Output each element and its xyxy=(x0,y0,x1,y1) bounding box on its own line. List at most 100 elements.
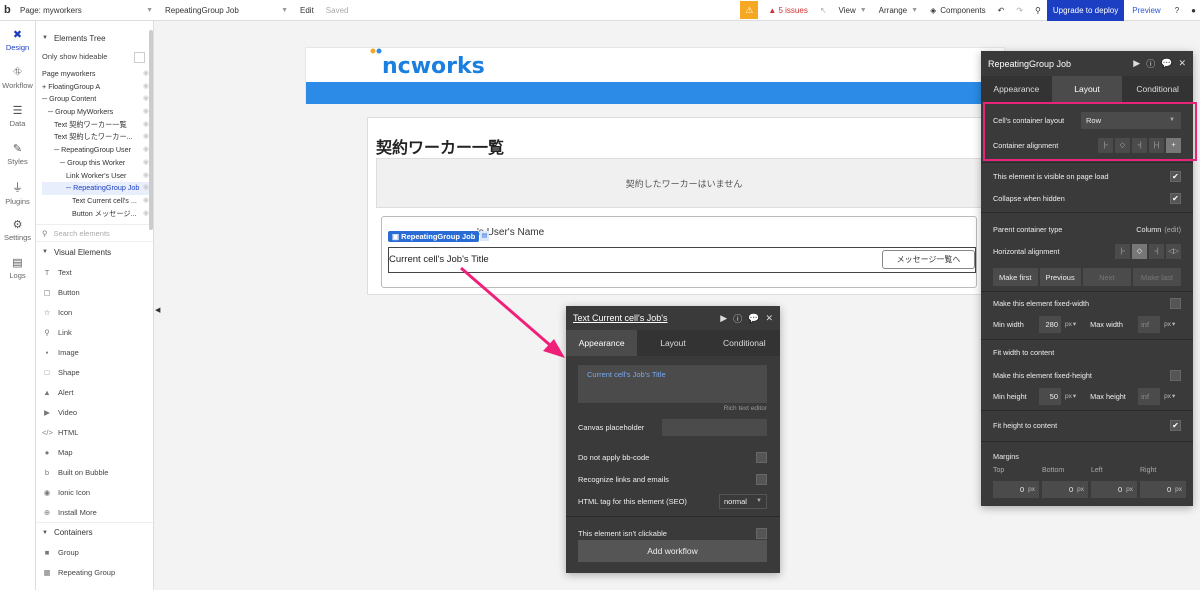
container-element-repeating-group[interactable]: ▦ Repeating Group xyxy=(36,562,153,582)
tab-conditional[interactable]: Conditional xyxy=(1122,76,1193,102)
tree-item[interactable]: ─ Group MyWorkers ◉ xyxy=(42,106,153,119)
visual-element-image[interactable]: ▪ Image xyxy=(36,342,153,362)
visual-element-link[interactable]: ⚲ Link xyxy=(36,322,153,342)
add-workflow-button[interactable]: Add workflow xyxy=(578,540,767,562)
align-left-icon[interactable]: |▫ xyxy=(1115,243,1130,259)
max-width-input[interactable]: inf xyxy=(1138,315,1161,333)
tree-item[interactable]: + FloatingGroup A ◉ xyxy=(42,81,153,94)
nav-workflow[interactable]: ⛗ Workflow xyxy=(0,59,35,97)
tree-item[interactable]: ─ RepeatingGroup User ◉ xyxy=(42,144,153,157)
visual-elements-header[interactable]: ▼ Visual Elements xyxy=(36,242,153,262)
nav-logs[interactable]: ▤ Logs xyxy=(0,249,35,287)
recognize-links-checkbox[interactable] xyxy=(756,473,767,485)
close-icon[interactable]: ✕ xyxy=(1178,58,1186,69)
margin-left-input[interactable]: 0 px xyxy=(1091,481,1137,498)
play-icon[interactable]: ▶ xyxy=(720,313,727,324)
comment-icon[interactable]: 💬 xyxy=(1161,58,1172,69)
repeating-group-user[interactable]: 's User's Name ▣ RepeatingGroup Job ▤ Cu… xyxy=(381,216,977,288)
nav-settings[interactable]: ⚙ Settings xyxy=(0,211,35,249)
tab-layout[interactable]: Layout xyxy=(637,330,708,356)
tree-item[interactable]: Page myworkers ◉ xyxy=(42,68,153,81)
margin-top-input[interactable]: 0 px xyxy=(993,481,1039,498)
page-selector[interactable]: Page: myworkers ▼ xyxy=(14,0,159,21)
only-hideable-checkbox[interactable] xyxy=(134,52,145,63)
cursor-icon[interactable]: ↖ xyxy=(814,0,833,21)
panel-header[interactable]: Text Current cell's Job's ▶ ⓘ 💬 ✕ xyxy=(566,306,780,330)
make-last-button[interactable]: Make last xyxy=(1132,268,1182,286)
edit-mode[interactable]: Edit xyxy=(294,0,320,21)
search-icon[interactable]: ⚲ xyxy=(1029,0,1047,21)
nav-plugins[interactable]: ⏚ Plugins xyxy=(0,173,35,211)
min-height-unit[interactable]: px xyxy=(1065,393,1072,400)
arrange-menu[interactable]: Arrange ▼ xyxy=(873,0,924,21)
tree-item[interactable]: Text 契約したワーカー... ◉ xyxy=(42,131,153,144)
issues-button[interactable]: ▲ 5 issues xyxy=(762,0,814,21)
components-button[interactable]: ◈ Components xyxy=(924,0,992,21)
tab-appearance[interactable]: Appearance xyxy=(981,76,1052,102)
job-title-text[interactable]: Current cell's Job's Title xyxy=(389,254,489,265)
tree-item[interactable]: ─ Group this Worker ◉ xyxy=(42,157,153,170)
close-icon[interactable]: ✕ xyxy=(765,313,773,324)
tree-item[interactable]: ─ Group Content ◉ xyxy=(42,93,153,106)
min-width-input[interactable]: 280 xyxy=(1039,315,1061,333)
upgrade-button[interactable]: Upgrade to deploy xyxy=(1046,0,1125,21)
make-first-button[interactable]: Make first xyxy=(993,268,1038,286)
html-tag-select[interactable]: normal ▼ xyxy=(719,493,767,509)
max-height-unit[interactable]: px xyxy=(1164,393,1171,400)
profile-icon[interactable]: ● xyxy=(1185,0,1200,21)
panel-title[interactable]: RepeatingGroup Job xyxy=(988,59,1127,69)
bubble-logo[interactable]: b xyxy=(0,0,14,21)
comment-icon[interactable]: 💬 xyxy=(748,313,759,324)
rich-text-caption[interactable]: Rich text editor xyxy=(566,405,767,412)
empty-message-box[interactable]: 契約したワーカーはいません xyxy=(376,158,992,208)
visible-on-load-checkbox[interactable]: ✔ xyxy=(1170,170,1181,182)
palette-scrollbar[interactable] xyxy=(149,30,153,230)
visual-element-built-on-bubble[interactable]: b Built on Bubble xyxy=(36,462,153,482)
tree-item[interactable]: Text Current cell's ... ◉ xyxy=(42,195,153,208)
tab-conditional[interactable]: Conditional xyxy=(709,330,780,356)
visual-element-shape[interactable]: □ Shape xyxy=(36,362,153,382)
not-clickable-checkbox[interactable] xyxy=(756,527,767,539)
warning-icon[interactable]: ⚠ xyxy=(740,1,759,19)
tree-item[interactable]: Button メッセージ... ◉ xyxy=(42,208,153,221)
preview-button[interactable]: Preview xyxy=(1124,0,1168,21)
visual-element-html[interactable]: </> HTML xyxy=(36,422,153,442)
message-list-button[interactable]: メッセージ一覧へ xyxy=(882,250,975,269)
visual-element-button[interactable]: ▢ Button xyxy=(36,282,153,302)
next-button[interactable]: Next xyxy=(1082,268,1131,286)
visual-element-icon[interactable]: ☆ Icon xyxy=(36,302,153,322)
elements-tree-header[interactable]: ▼ Elements Tree xyxy=(36,29,153,47)
visual-element-install-more[interactable]: ⊕ Install More xyxy=(36,502,153,522)
margin-right-input[interactable]: 0 px xyxy=(1140,481,1186,498)
undo-icon[interactable]: ↶ xyxy=(992,0,1011,21)
align-center-icon[interactable]: ◇ xyxy=(1132,243,1147,259)
tree-item[interactable]: Text 契約ワーカー一覧 ◉ xyxy=(42,119,153,132)
panel-header[interactable]: RepeatingGroup Job ▶ ⓘ 💬 ✕ xyxy=(981,51,1193,76)
collapse-hidden-checkbox[interactable]: ✔ xyxy=(1170,192,1181,204)
repeating-group-job[interactable]: Current cell's Job's Title メッセージ一覧へ xyxy=(388,247,976,273)
tab-appearance[interactable]: Appearance xyxy=(566,330,638,356)
fixed-height-checkbox[interactable] xyxy=(1170,369,1181,381)
element-selector[interactable]: RepeatingGroup Job ▼ xyxy=(159,0,294,21)
visual-element-video[interactable]: ▶ Video xyxy=(36,402,153,422)
play-icon[interactable]: ▶ xyxy=(1133,58,1140,69)
align-stretch-icon[interactable]: ◁▷ xyxy=(1166,243,1181,259)
view-menu[interactable]: View ▼ xyxy=(833,0,873,21)
visual-element-alert[interactable]: ▲ Alert xyxy=(36,382,153,402)
info-icon[interactable]: ⓘ xyxy=(1146,57,1155,70)
canvas-placeholder-input[interactable] xyxy=(662,418,767,436)
min-height-input[interactable]: 50 xyxy=(1039,387,1061,405)
container-element-group[interactable]: ■ Group xyxy=(36,542,153,562)
nav-design[interactable]: ✖ Design xyxy=(0,21,35,59)
bbcode-checkbox[interactable] xyxy=(756,451,767,463)
max-height-input[interactable]: inf xyxy=(1138,387,1161,405)
panel-title[interactable]: Text Current cell's Job's xyxy=(573,313,714,323)
containers-header[interactable]: ▼ Containers xyxy=(36,522,153,542)
fixed-width-checkbox[interactable] xyxy=(1170,297,1181,309)
tab-layout[interactable]: Layout xyxy=(1051,76,1123,102)
nav-data[interactable]: ☰ Data xyxy=(0,97,35,135)
search-elements-input[interactable]: ⚲ Search elements xyxy=(36,224,153,243)
nav-styles[interactable]: ✎ Styles xyxy=(0,135,35,173)
visual-element-ionic-icon[interactable]: ◉ Ionic Icon xyxy=(36,482,153,502)
parent-type-edit-link[interactable]: (edit) xyxy=(1164,225,1181,234)
